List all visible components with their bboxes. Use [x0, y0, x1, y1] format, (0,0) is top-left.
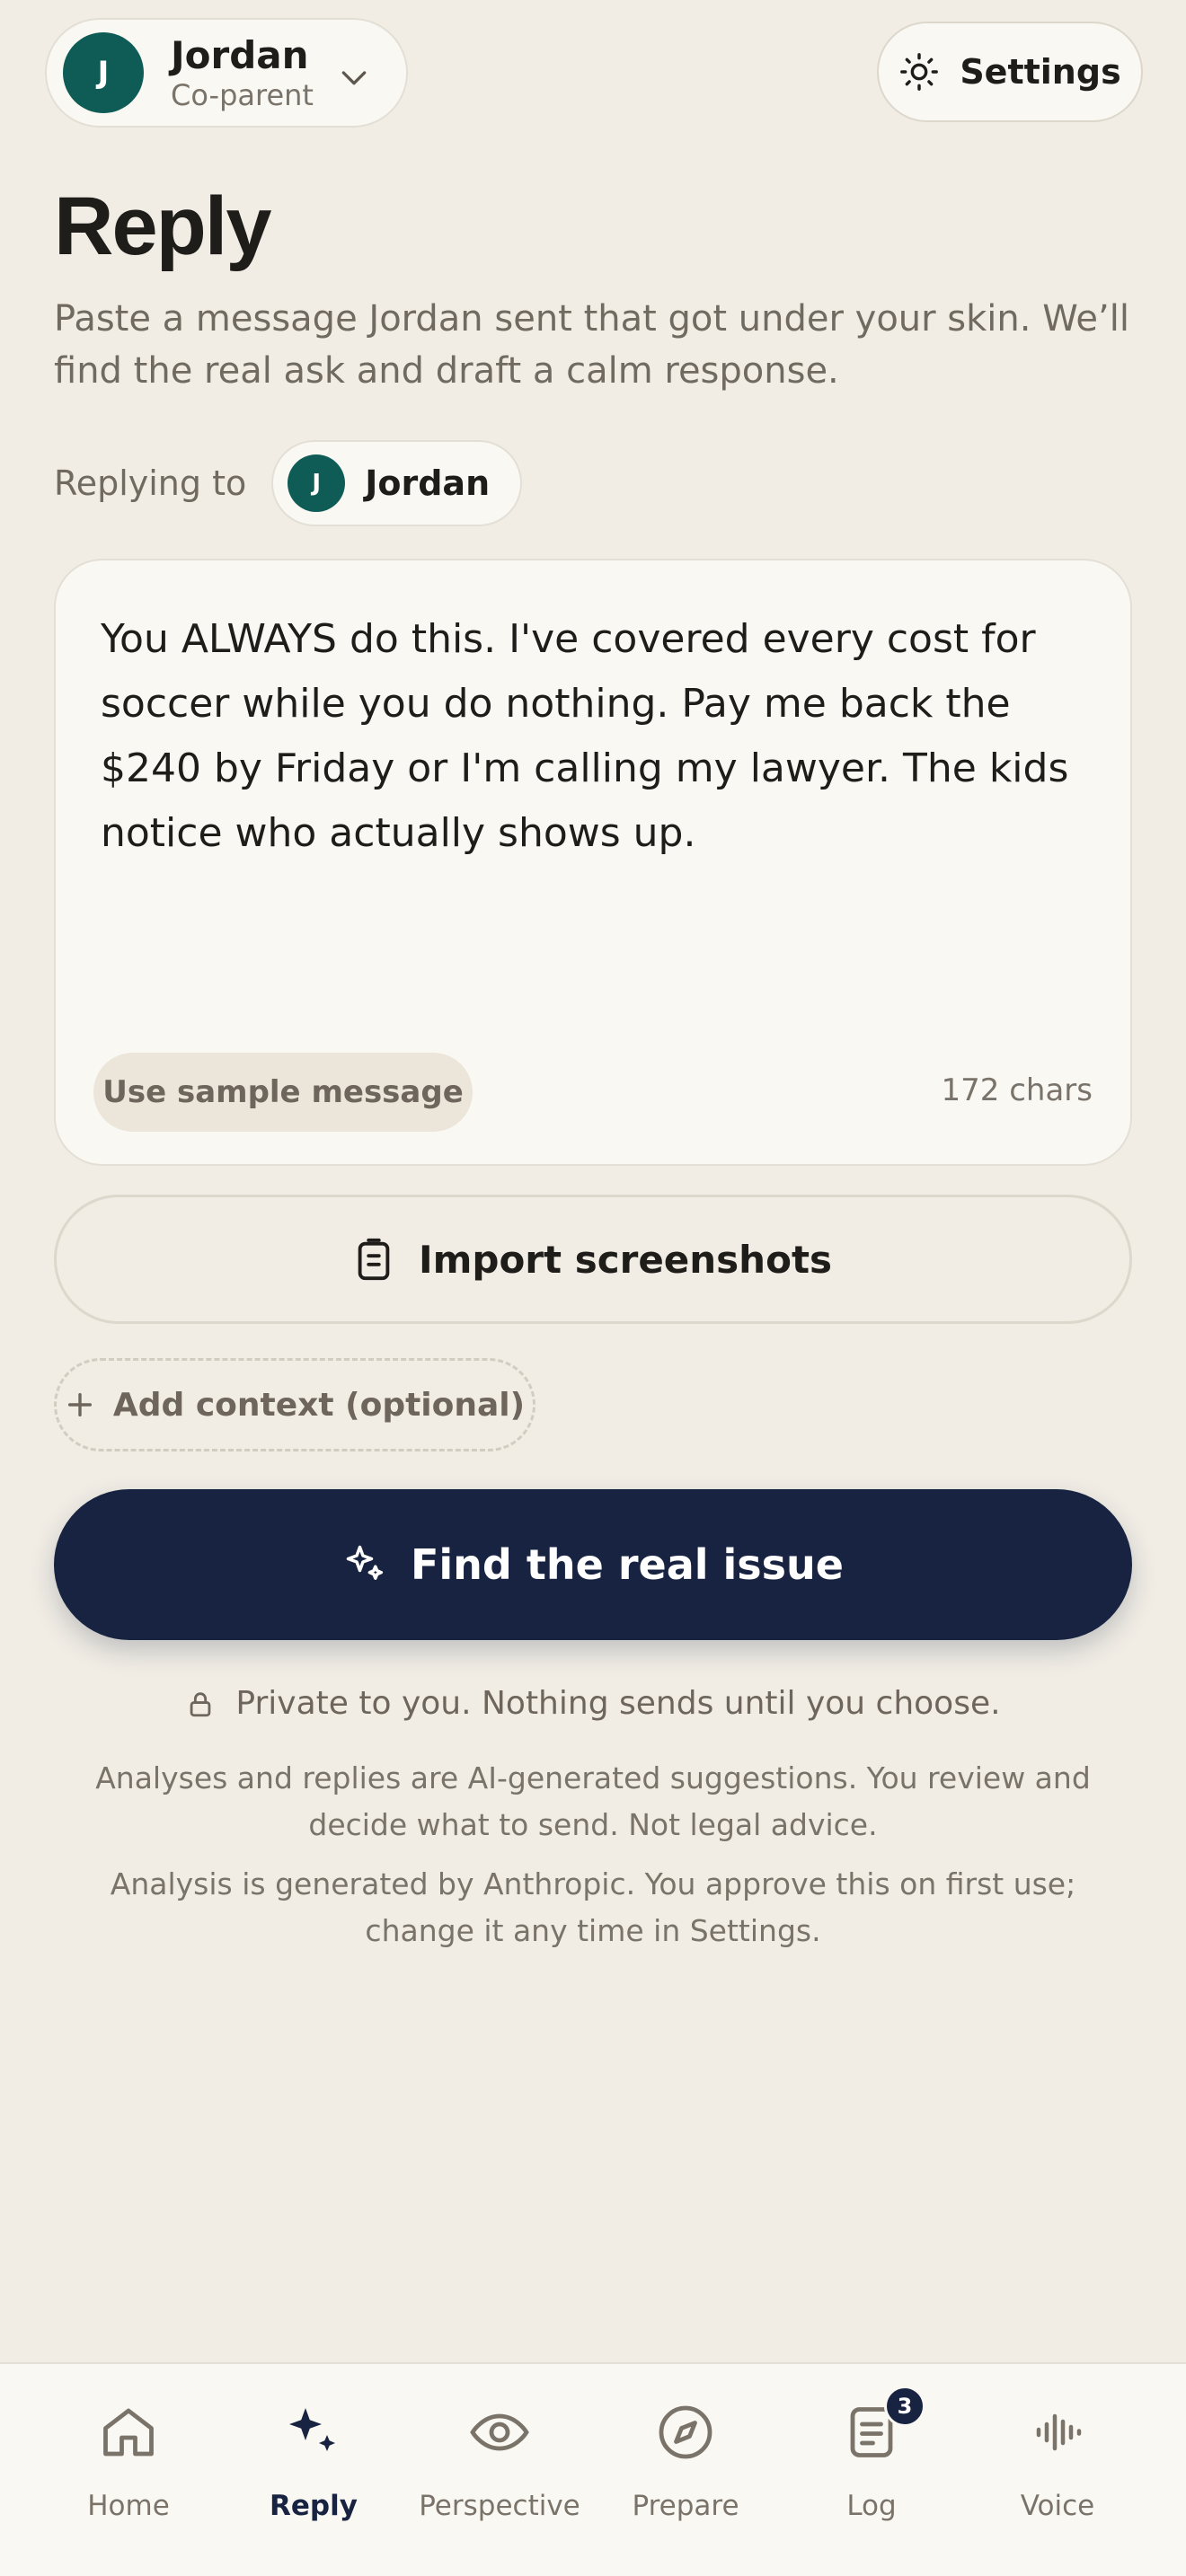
nav-item-prepare[interactable]: Prepare — [596, 2400, 775, 2544]
compass-icon — [659, 2405, 712, 2459]
page-subtitle: Paste a message Jordan sent that got und… — [54, 298, 1129, 392]
nav-item-perspective[interactable]: Perspective — [410, 2400, 589, 2544]
sparkle-icon — [289, 2408, 335, 2451]
ai-disclaimer: Analyses and replies are AI-generated su… — [95, 1760, 1091, 1842]
profile-role: Co-parent — [171, 78, 314, 112]
waveform-icon — [1036, 2413, 1082, 2451]
clipboard-icon — [358, 1238, 390, 1281]
add-context-label: Add context (optional) — [112, 1386, 526, 1424]
nav-label: Log — [846, 2490, 897, 2522]
plus-icon — [67, 1392, 92, 1417]
nav-item-reply[interactable]: Reply — [224, 2400, 403, 2544]
message-input-card[interactable]: You ALWAYS do this. I've covered every c… — [54, 559, 1132, 1166]
anthropic-disclaimer: Analysis is generated by Anthropic. You … — [110, 1866, 1076, 1948]
import-screenshots-button[interactable]: Import screenshots — [54, 1195, 1132, 1324]
settings-label: Settings — [960, 52, 1121, 92]
settings-button[interactable]: Settings — [877, 22, 1143, 122]
sun-icon — [900, 53, 939, 91]
profile-name: Jordan — [171, 33, 309, 77]
nav-label: Reply — [270, 2490, 358, 2522]
chevron-down-icon — [341, 71, 367, 85]
replying-to-label: Replying to — [54, 463, 247, 503]
page-title: Reply — [54, 181, 272, 272]
message-textarea[interactable]: You ALWAYS do this. I've covered every c… — [101, 607, 1098, 866]
lock-icon — [190, 1691, 211, 1716]
privacy-text: Private to you. Nothing sends until you … — [235, 1685, 1001, 1722]
recipient-avatar: J — [288, 454, 346, 512]
sparkle-icon — [346, 1545, 384, 1580]
recipient-name: Jordan — [365, 463, 491, 503]
eye-icon — [470, 2413, 529, 2451]
nav-label: Prepare — [632, 2490, 739, 2522]
home-icon — [103, 2408, 154, 2457]
nav-label: Perspective — [419, 2490, 580, 2522]
nav-label: Home — [87, 2490, 170, 2522]
nav-item-home[interactable]: Home — [39, 2400, 218, 2544]
recipient-chip[interactable]: J Jordan — [271, 440, 523, 526]
char-count: 172 chars — [941, 1072, 1093, 1108]
find-real-issue-button[interactable]: Find the real issue — [54, 1489, 1132, 1640]
nav-item-log[interactable]: 3 Log — [782, 2386, 961, 2544]
bottom-navigation: Home Reply Perspective Prepare 3 Log Voi… — [0, 2362, 1186, 2576]
profile-switcher[interactable]: J Jordan Co-parent — [45, 18, 408, 128]
replying-to-row: Replying to J Jordan — [54, 440, 523, 526]
import-screenshots-label: Import screenshots — [418, 1237, 833, 1282]
use-sample-message-button[interactable]: Use sample message — [93, 1053, 473, 1132]
nav-item-voice[interactable]: Voice — [968, 2400, 1147, 2544]
privacy-note: Private to you. Nothing sends until you … — [0, 1685, 1186, 1722]
nav-label: Voice — [1020, 2490, 1095, 2522]
avatar: J — [63, 32, 144, 113]
log-count-badge: 3 — [884, 2386, 925, 2427]
add-context-button[interactable]: Add context (optional) — [54, 1358, 535, 1451]
find-real-issue-label: Find the real issue — [410, 1540, 844, 1589]
